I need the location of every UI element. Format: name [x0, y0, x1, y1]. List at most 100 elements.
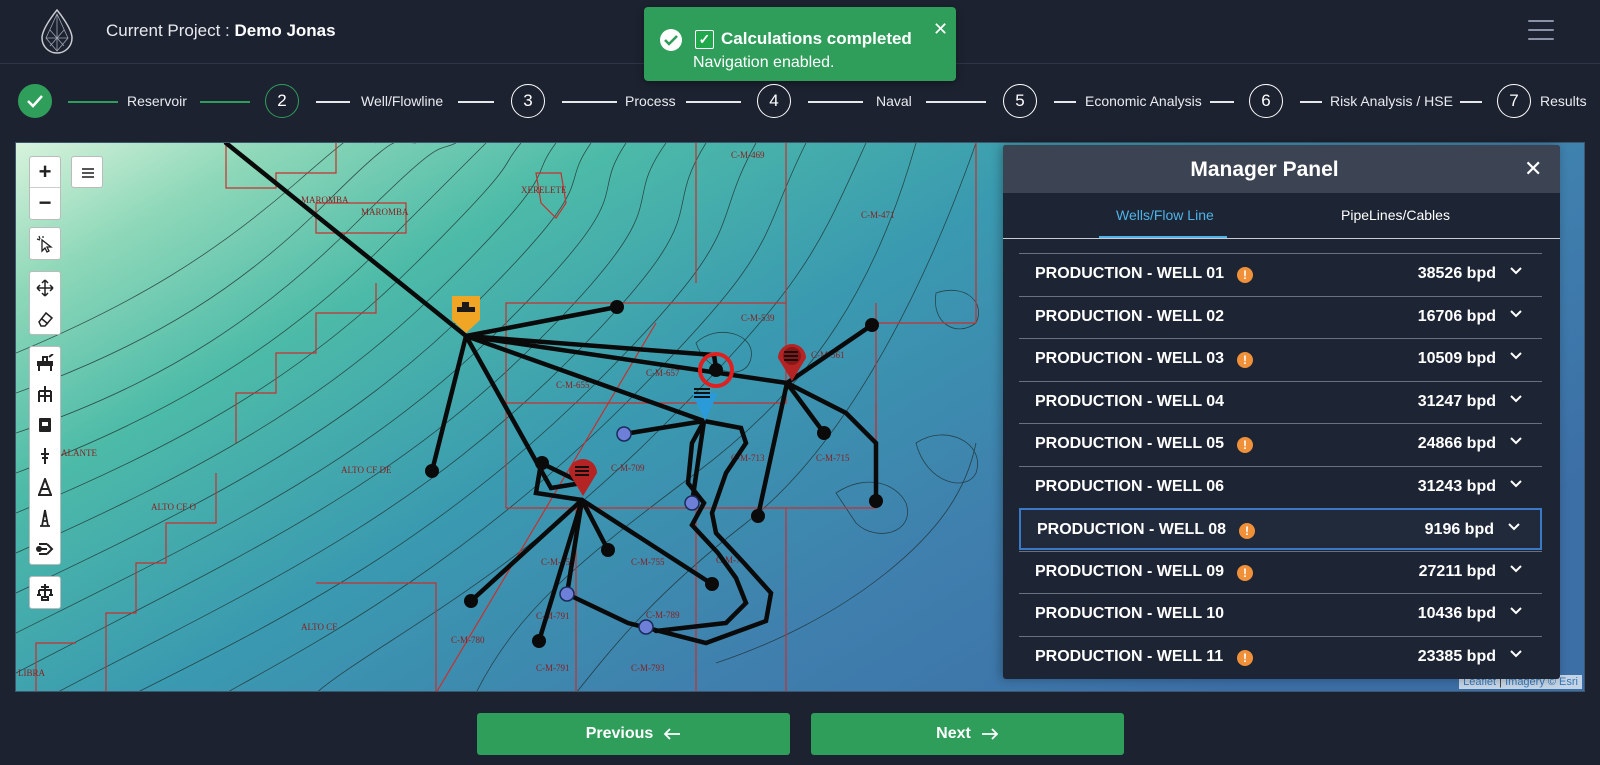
well-name: PRODUCTION - WELL 10 [1035, 605, 1225, 622]
wellhead-icon[interactable] [30, 378, 60, 409]
well-row[interactable]: PRODUCTION - WELL 06 31243 bpd [1019, 465, 1542, 508]
assets-toolbar [29, 346, 61, 565]
next-button[interactable]: Next [811, 713, 1124, 755]
toast-title: Calculations completed [721, 29, 912, 48]
step-connector [1460, 101, 1482, 103]
zoom-control: + − [29, 156, 61, 220]
edit-toolbar [29, 271, 61, 335]
layers-menu-button[interactable] [71, 156, 103, 188]
svg-text:ALANTE: ALANTE [61, 448, 97, 458]
well-name: PRODUCTION - WELL 05 [1035, 435, 1225, 452]
step-5[interactable]: 5 [1003, 84, 1037, 118]
svg-text:C-M-755: C-M-755 [631, 557, 665, 567]
svg-text:MAROMBA: MAROMBA [301, 195, 349, 205]
tank-icon[interactable] [30, 409, 60, 440]
zoom-in-button[interactable]: + [30, 157, 60, 188]
well-row[interactable]: PRODUCTION - WELL 05! 24866 bpd [1019, 423, 1542, 465]
well-name: PRODUCTION - WELL 03 [1035, 350, 1225, 367]
well-name: PRODUCTION - WELL 06 [1035, 477, 1225, 495]
step-connector [1054, 101, 1076, 103]
drop-logo-icon [41, 8, 73, 54]
step-label-process: Process [625, 93, 676, 109]
well-row[interactable]: PRODUCTION - WELL 09! 27211 bpd [1019, 550, 1542, 593]
derrick-icon[interactable] [30, 502, 60, 533]
step-label-reservoir: Reservoir [127, 93, 187, 109]
warning-icon[interactable]: ! [1237, 267, 1253, 283]
step-connector [316, 101, 350, 103]
subsea-tree-icon[interactable] [30, 577, 60, 608]
well-production-value: 38526 bpd [1417, 265, 1496, 282]
well-row[interactable]: PRODUCTION - WELL 04 31247 bpd [1019, 380, 1542, 423]
well-name: PRODUCTION - WELL 08 [1037, 521, 1227, 538]
eraser-icon[interactable] [30, 303, 60, 334]
warning-icon[interactable]: ! [1239, 523, 1255, 539]
step-7[interactable]: 7 [1497, 84, 1531, 118]
chevron-down-icon[interactable] [1510, 479, 1522, 488]
previous-button[interactable]: Previous [477, 713, 790, 755]
notification-toast: ✓ Calculations completed Navigation enab… [644, 7, 956, 81]
close-icon[interactable]: ✕ [1524, 156, 1542, 182]
chevron-down-icon[interactable] [1510, 564, 1522, 573]
zoom-out-button[interactable]: − [30, 188, 60, 219]
well-production-value: 31247 bpd [1417, 392, 1496, 410]
step-1-done[interactable] [18, 84, 52, 118]
chevron-down-icon[interactable] [1510, 267, 1522, 275]
svg-text:MAROMBA: MAROMBA [361, 207, 409, 217]
riser-icon[interactable] [30, 440, 60, 471]
well-name: PRODUCTION - WELL 09 [1035, 562, 1225, 580]
svg-text:C-M-780: C-M-780 [451, 635, 485, 645]
active-tab-indicator [1099, 236, 1227, 238]
panel-title: Manager Panel [1190, 158, 1339, 181]
well-production-value: 16706 bpd [1417, 307, 1496, 325]
well-production-value: 10436 bpd [1417, 605, 1496, 622]
step-3[interactable]: 3 [511, 84, 545, 118]
well-row[interactable]: PRODUCTION - WELL 02 16706 bpd [1019, 295, 1542, 338]
well-name: PRODUCTION - WELL 11 [1035, 647, 1224, 665]
well-row[interactable]: PRODUCTION - WELL 03! 10509 bpd [1019, 338, 1542, 380]
well-row[interactable]: PRODUCTION - WELL 11! 23385 bpd [1019, 635, 1542, 678]
svg-text:C-M-539: C-M-539 [741, 313, 775, 323]
chevron-down-icon[interactable] [1510, 352, 1522, 360]
platform-icon[interactable] [30, 347, 60, 378]
chevron-down-icon[interactable] [1510, 309, 1522, 318]
warning-icon[interactable]: ! [1237, 437, 1253, 453]
well-row[interactable]: PRODUCTION - WELL 01! 38526 bpd [1019, 253, 1542, 295]
check-icon [27, 95, 43, 108]
warning-icon[interactable]: ! [1237, 649, 1253, 666]
tab-wells-flow-line[interactable]: Wells/Flow Line [1116, 207, 1214, 223]
checkbox-icon: ✓ [695, 30, 714, 49]
warning-icon[interactable]: ! [1237, 564, 1253, 581]
select-cursor-icon[interactable] [30, 228, 60, 259]
workflow-stepper: Reservoir 2 Well/Flowline 3 Process 4 Na… [0, 84, 1600, 124]
close-icon[interactable]: ✕ [933, 19, 948, 40]
svg-text:C-M-793: C-M-793 [631, 663, 665, 673]
step-2[interactable]: 2 [265, 84, 299, 118]
svg-text:XERELETE: XERELETE [521, 185, 567, 195]
well-row[interactable]: PRODUCTION - WELL 08! 9196 bpd [1019, 508, 1542, 550]
step-connector [686, 101, 741, 103]
warning-icon[interactable]: ! [1237, 352, 1253, 368]
move-icon[interactable] [30, 272, 60, 303]
svg-text:C-M-471: C-M-471 [861, 210, 895, 220]
chevron-down-icon[interactable] [1510, 437, 1522, 445]
hamburger-menu-icon[interactable] [1528, 20, 1554, 42]
svg-text:C-M-655: C-M-655 [556, 380, 590, 390]
drilling-rig-icon[interactable] [30, 471, 60, 502]
tab-pipelines-cables[interactable]: PipeLines/Cables [1341, 207, 1450, 223]
step-connector [458, 101, 494, 103]
step-label-economic-analysis: Economic Analysis [1085, 93, 1202, 109]
svg-text:ALTO CF: ALTO CF [301, 622, 337, 632]
step-6[interactable]: 6 [1249, 84, 1283, 118]
step-4[interactable]: 4 [757, 84, 791, 118]
well-row[interactable]: PRODUCTION - WELL 10 10436 bpd [1019, 593, 1542, 635]
chevron-down-icon[interactable] [1510, 649, 1522, 658]
chevron-down-icon[interactable] [1510, 607, 1522, 615]
arrow-left-icon [664, 728, 681, 740]
svg-text:LIBRA: LIBRA [18, 668, 46, 678]
well-production-value: 9196 bpd [1424, 521, 1494, 538]
well-production-value: 10509 bpd [1417, 350, 1496, 367]
manifold-icon[interactable] [30, 533, 60, 564]
step-connector [68, 101, 118, 103]
chevron-down-icon[interactable] [1508, 523, 1520, 531]
chevron-down-icon[interactable] [1510, 394, 1522, 403]
